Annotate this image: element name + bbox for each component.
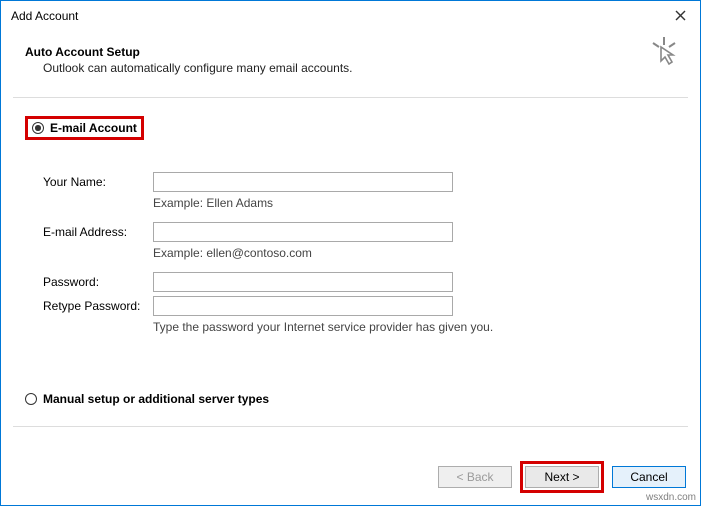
input-your-name[interactable] bbox=[153, 172, 453, 192]
wizard-cursor-icon bbox=[650, 37, 678, 68]
body-area: E-mail Account Your Name: Example: Ellen… bbox=[1, 98, 700, 406]
titlebar: Add Account bbox=[1, 1, 700, 31]
label-your-name: Your Name: bbox=[43, 175, 153, 189]
source-watermark: wsxdn.com bbox=[646, 492, 696, 503]
input-email-address[interactable] bbox=[153, 222, 453, 242]
label-email-address: E-mail Address: bbox=[43, 225, 153, 239]
label-retype-password: Retype Password: bbox=[43, 299, 153, 313]
next-button-highlight: Next > bbox=[520, 461, 604, 493]
radio-email-account[interactable]: E-mail Account bbox=[25, 116, 144, 140]
back-button: < Back bbox=[438, 466, 512, 488]
row-password: Password: bbox=[43, 272, 676, 292]
row-your-name: Your Name: bbox=[43, 172, 676, 192]
header-title: Auto Account Setup bbox=[25, 45, 676, 59]
hint-your-name: Example: Ellen Adams bbox=[153, 196, 676, 210]
next-button[interactable]: Next > bbox=[525, 466, 599, 488]
footer-divider bbox=[13, 426, 688, 427]
radio-manual-setup-label: Manual setup or additional server types bbox=[43, 392, 269, 406]
hint-email-address: Example: ellen@contoso.com bbox=[153, 246, 676, 260]
footer-buttons: < Back Next > Cancel bbox=[438, 461, 686, 493]
cancel-button[interactable]: Cancel bbox=[612, 466, 686, 488]
header-area: Auto Account Setup Outlook can automatic… bbox=[1, 31, 700, 87]
form-grid: Your Name: Example: Ellen Adams E-mail A… bbox=[43, 172, 676, 334]
label-password: Password: bbox=[43, 275, 153, 289]
radio-manual-setup[interactable]: Manual setup or additional server types bbox=[25, 392, 676, 406]
row-retype-password: Retype Password: bbox=[43, 296, 676, 316]
window-title: Add Account bbox=[11, 9, 660, 23]
radio-icon bbox=[32, 122, 44, 134]
radio-icon bbox=[25, 393, 37, 405]
close-button[interactable] bbox=[660, 1, 700, 31]
radio-email-account-label: E-mail Account bbox=[50, 121, 137, 135]
input-retype-password[interactable] bbox=[153, 296, 453, 316]
input-password[interactable] bbox=[153, 272, 453, 292]
row-email-address: E-mail Address: bbox=[43, 222, 676, 242]
header-subtitle: Outlook can automatically configure many… bbox=[25, 61, 676, 75]
add-account-window: Add Account Auto Account Setup Outlook c… bbox=[0, 0, 701, 506]
hint-password: Type the password your Internet service … bbox=[153, 320, 676, 334]
close-icon bbox=[675, 8, 686, 24]
